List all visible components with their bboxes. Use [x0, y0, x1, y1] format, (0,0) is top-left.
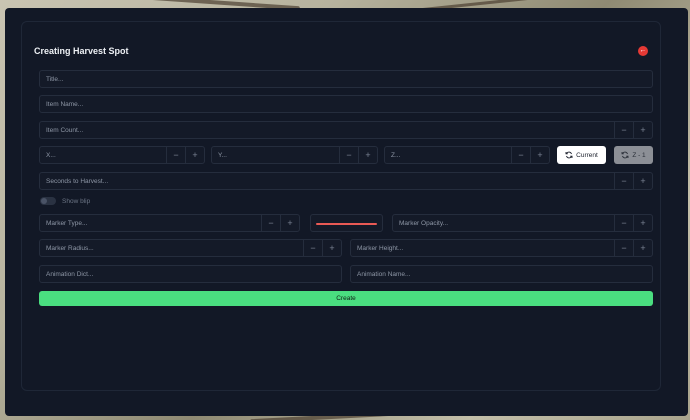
increment-button[interactable]: + — [530, 147, 549, 163]
z-offset-label: Z - 1 — [632, 151, 646, 159]
marker-height-stepper[interactable]: − + — [350, 239, 653, 257]
item-name-field[interactable] — [39, 95, 653, 113]
show-blip-row: Show blip — [40, 197, 90, 205]
create-button[interactable]: Create — [39, 291, 653, 306]
decrement-button[interactable]: − — [614, 215, 633, 231]
refresh-icon — [621, 151, 629, 159]
title-input[interactable] — [40, 71, 652, 87]
z-input[interactable] — [385, 147, 511, 163]
marker-color-picker[interactable] — [310, 214, 383, 232]
item-name-input[interactable] — [40, 96, 652, 112]
increment-button[interactable]: + — [185, 147, 204, 163]
decrement-button[interactable]: − — [614, 173, 633, 189]
marker-type-input[interactable] — [40, 215, 261, 231]
marker-color-swatch — [316, 223, 377, 225]
marker-opacity-stepper[interactable]: − + — [392, 214, 653, 232]
animation-dict-input[interactable] — [40, 266, 341, 282]
marker-opacity-input[interactable] — [393, 215, 614, 231]
animation-name-field[interactable] — [350, 265, 653, 283]
marker-radius-stepper[interactable]: − + — [39, 239, 342, 257]
x-stepper[interactable]: − + — [39, 146, 205, 164]
x-input[interactable] — [40, 147, 166, 163]
animation-name-input[interactable] — [351, 266, 652, 282]
seconds-input[interactable] — [40, 173, 614, 189]
z-stepper[interactable]: − + — [384, 146, 550, 164]
title-field[interactable] — [39, 70, 653, 88]
marker-type-stepper[interactable]: − + — [39, 214, 300, 232]
decrement-button[interactable]: − — [614, 240, 633, 256]
seconds-stepper[interactable]: − + — [39, 172, 653, 190]
increment-button[interactable]: + — [633, 173, 652, 189]
current-label: Current — [576, 151, 598, 159]
y-stepper[interactable]: − + — [211, 146, 378, 164]
animation-dict-field[interactable] — [39, 265, 342, 283]
close-button[interactable]: ← — [638, 46, 648, 56]
increment-button[interactable]: + — [280, 215, 299, 231]
show-blip-toggle[interactable] — [40, 197, 56, 205]
decrement-button[interactable]: − — [511, 147, 530, 163]
marker-radius-input[interactable] — [40, 240, 303, 256]
decrement-button[interactable]: − — [339, 147, 358, 163]
refresh-icon — [565, 151, 573, 159]
increment-button[interactable]: + — [633, 215, 652, 231]
item-count-stepper[interactable]: − + — [39, 121, 653, 139]
item-count-input[interactable] — [40, 122, 614, 138]
increment-button[interactable]: + — [358, 147, 377, 163]
decrement-button[interactable]: − — [614, 122, 633, 138]
increment-button[interactable]: + — [633, 122, 652, 138]
show-blip-label: Show blip — [62, 197, 91, 205]
increment-button[interactable]: + — [633, 240, 652, 256]
marker-height-input[interactable] — [351, 240, 614, 256]
page-title: Creating Harvest Spot — [34, 46, 129, 56]
z-minus-one-button[interactable]: Z - 1 — [614, 146, 653, 164]
increment-button[interactable]: + — [322, 240, 341, 256]
use-current-coords-button[interactable]: Current — [557, 146, 606, 164]
decrement-button[interactable]: − — [166, 147, 185, 163]
decrement-button[interactable]: − — [261, 215, 280, 231]
arrow-left-icon: ← — [639, 47, 647, 54]
decrement-button[interactable]: − — [303, 240, 322, 256]
y-input[interactable] — [212, 147, 339, 163]
